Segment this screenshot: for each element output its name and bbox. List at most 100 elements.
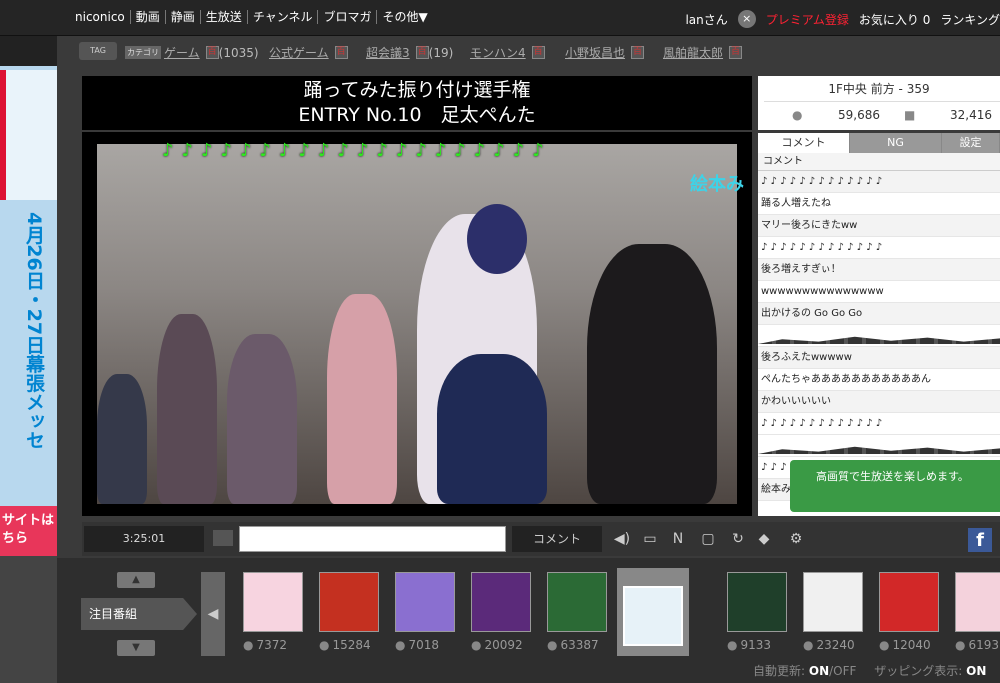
- dictionary-icon[interactable]: 百: [205, 46, 219, 59]
- nav-channel[interactable]: チャンネル: [248, 10, 319, 24]
- nav-niconico[interactable]: niconico: [70, 10, 131, 24]
- user-name[interactable]: lanさん: [685, 11, 727, 28]
- tag-label[interactable]: 公式ゲーム: [269, 44, 329, 61]
- tag-label[interactable]: モンハン4: [470, 44, 526, 61]
- category-badge: カテゴリ: [125, 46, 161, 59]
- close-icon[interactable]: ×: [737, 10, 756, 28]
- tag-label[interactable]: 超会議3: [366, 44, 410, 61]
- banner-site-link[interactable]: サイトはちら: [0, 506, 57, 556]
- dictionary-icon[interactable]: 百: [729, 46, 743, 59]
- nav-video[interactable]: 動画: [131, 10, 166, 24]
- volume-icon[interactable]: ◀): [612, 530, 632, 548]
- comment-row[interactable]: wwwwwwwwwwwwwww: [758, 281, 1000, 303]
- program-thumbnail[interactable]: [243, 572, 303, 632]
- tag-label[interactable]: 風舶龍太郎: [663, 44, 723, 61]
- program-viewer-count: ● 63387: [547, 638, 599, 652]
- program-thumbnail[interactable]: [623, 586, 683, 646]
- scroll-down-button[interactable]: ▼: [117, 640, 155, 656]
- dictionary-icon[interactable]: 百: [334, 46, 348, 59]
- favorites-link[interactable]: お気に入り 0: [859, 11, 930, 28]
- viewer-icon: ●: [319, 638, 330, 652]
- nav-seiga[interactable]: 静画: [166, 10, 201, 24]
- tag-monhan4[interactable]: モンハン4 百: [470, 44, 545, 61]
- program-count-value: 6193: [968, 638, 1000, 652]
- comment-count: 32,416: [950, 108, 992, 122]
- tag-game[interactable]: カテゴリ ゲーム 百 (1035): [125, 44, 259, 61]
- program-count-value: 15284: [332, 638, 371, 652]
- banner-crowd-image: [0, 556, 57, 683]
- comment-row-art[interactable]: [758, 435, 1000, 457]
- comment-row[interactable]: 後ろふえたwwwww: [758, 347, 1000, 369]
- scroll-up-button[interactable]: ▲: [117, 572, 155, 588]
- program-thumbnail[interactable]: [395, 572, 455, 632]
- tag-label[interactable]: ゲーム: [164, 44, 200, 61]
- tag-label[interactable]: 小野坂昌也: [565, 44, 625, 61]
- video-frame: [97, 144, 737, 504]
- dancer-skirt: [437, 354, 547, 504]
- program-viewer-count: ● 7018: [395, 638, 439, 652]
- comment-row[interactable]: 出かけるの Go Go Go: [758, 303, 1000, 325]
- screen-size-icon[interactable]: ▢: [698, 530, 718, 548]
- viewer-icon: ●: [879, 638, 890, 652]
- program-thumbnail[interactable]: [547, 572, 607, 632]
- tag-chokaigi3[interactable]: 超会議3 百 (19): [366, 44, 453, 61]
- nav-blomaga[interactable]: ブロマガ: [318, 10, 378, 24]
- zapping-on[interactable]: ON: [966, 664, 986, 678]
- carousel-left-button[interactable]: ◀: [201, 572, 225, 656]
- program-count-value: 7372: [256, 638, 288, 652]
- comment-row[interactable]: ♪ ♪ ♪ ♪ ♪ ♪ ♪ ♪ ♪ ♪ ♪ ♪ ♪: [758, 413, 1000, 435]
- auto-update-on[interactable]: ON: [809, 664, 829, 678]
- hq-tooltip[interactable]: 高画質で生放送を楽しめます。: [790, 460, 1000, 512]
- footer-settings: 自動更新: ON/OFF ザッピング表示: ON: [753, 662, 986, 679]
- comment-row[interactable]: 後ろ増えすぎぃ！: [758, 259, 1000, 281]
- divider: [764, 101, 1000, 102]
- auto-update-off[interactable]: /OFF: [829, 664, 856, 678]
- dictionary-icon[interactable]: 百: [631, 46, 645, 59]
- dictionary-icon[interactable]: 百: [531, 46, 545, 59]
- tab-settings[interactable]: 設定: [942, 133, 1000, 153]
- app-icon[interactable]: ◆: [754, 530, 774, 548]
- program-thumbnail[interactable]: [471, 572, 531, 632]
- program-count-value: 7018: [408, 638, 440, 652]
- viewer-icon: ●: [955, 638, 966, 652]
- program-thumbnail[interactable]: [319, 572, 379, 632]
- tag-kazafune[interactable]: 風舶龍太郎 百: [663, 44, 743, 61]
- comment-row-art[interactable]: [758, 325, 1000, 347]
- video-player[interactable]: ♪♪♪♪♪♪♪♪♪♪♪♪♪♪♪♪♪♪♪♪ 絵本み: [82, 132, 752, 516]
- comment-input[interactable]: [239, 526, 506, 552]
- tag-onosaka[interactable]: 小野坂昌也 百: [565, 44, 645, 61]
- program-viewer-count: ● 7372: [243, 638, 287, 652]
- ranking-link[interactable]: ランキング: [940, 11, 1000, 28]
- ng-icon[interactable]: N: [668, 530, 688, 548]
- premium-link[interactable]: プレミアム登録: [766, 11, 849, 28]
- comment-row[interactable]: ♪ ♪ ♪ ♪ ♪ ♪ ♪ ♪ ♪ ♪ ♪ ♪ ♪: [758, 237, 1000, 259]
- gear-icon[interactable]: ⚙: [786, 530, 806, 548]
- background-person: [157, 314, 217, 504]
- comment-row[interactable]: ♪ ♪ ♪ ♪ ♪ ♪ ♪ ♪ ♪ ♪ ♪ ♪ ♪: [758, 171, 1000, 193]
- viewer-icon: ●: [547, 638, 558, 652]
- comment-row[interactable]: 踊る人増えたね: [758, 193, 1000, 215]
- background-person: [97, 374, 147, 504]
- global-nav: niconico 動画 静画 生放送 チャンネル ブロマガ その他▼: [70, 10, 433, 24]
- comment-send-button[interactable]: コメント: [512, 526, 602, 552]
- comment-row[interactable]: ぺんたちゃあああああああああああん: [758, 369, 1000, 391]
- tag-official-game[interactable]: 公式ゲーム 百: [269, 44, 348, 61]
- keyboard-icon[interactable]: [213, 530, 233, 546]
- comment-toggle-icon[interactable]: ▭: [640, 530, 660, 548]
- program-thumbnail[interactable]: [955, 572, 1000, 632]
- program-thumbnail[interactable]: [803, 572, 863, 632]
- comment-row[interactable]: マリー後ろにきたww: [758, 215, 1000, 237]
- nav-other[interactable]: その他▼: [377, 10, 432, 24]
- comment-row[interactable]: かわいいいいい: [758, 391, 1000, 413]
- banner-date-text: 4月26日・27日幕張メッセ: [23, 212, 45, 450]
- reload-icon[interactable]: ↻: [728, 530, 748, 548]
- tab-ng[interactable]: NG: [850, 133, 942, 153]
- dictionary-icon[interactable]: 百: [415, 46, 429, 59]
- side-banner-ad[interactable]: 4月26日・27日幕張メッセ サイトはちら: [0, 36, 57, 683]
- nav-live[interactable]: 生放送: [201, 10, 248, 24]
- program-thumbnail[interactable]: [879, 572, 939, 632]
- facebook-icon[interactable]: f: [968, 528, 992, 552]
- tab-comment[interactable]: コメント: [758, 133, 850, 153]
- tag-icon: TAG: [79, 42, 117, 60]
- program-thumbnail[interactable]: [727, 572, 787, 632]
